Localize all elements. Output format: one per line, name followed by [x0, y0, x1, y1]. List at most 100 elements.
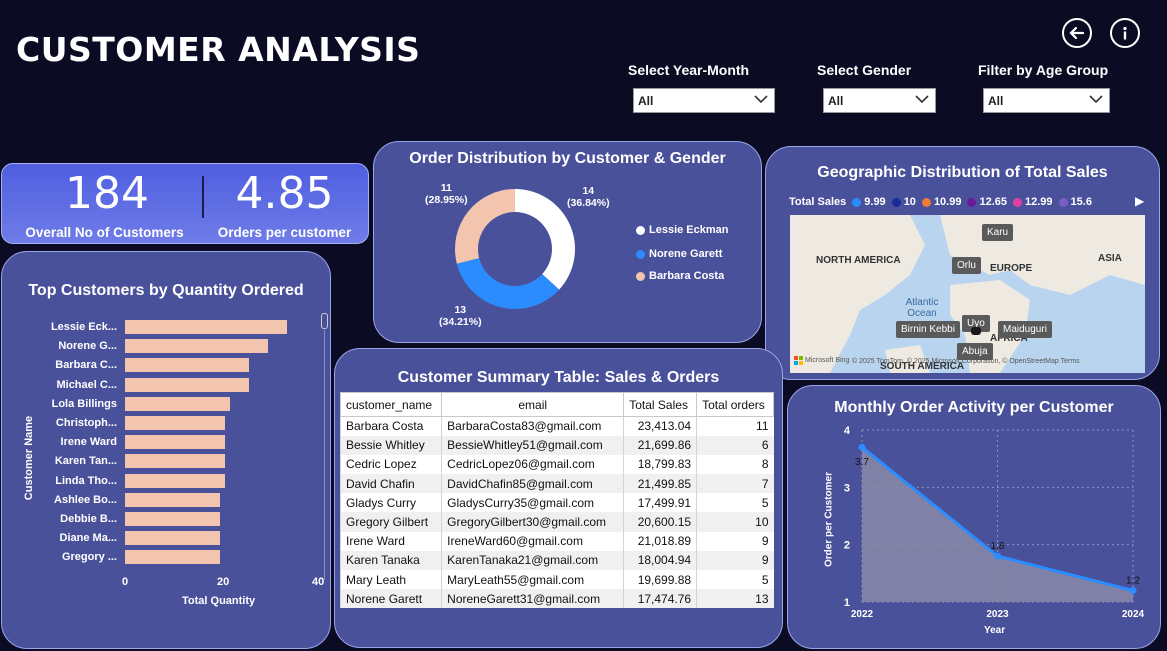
table-row[interactable]: Bessie Whitley BessieWhitley51@gmail.com 2… — [339, 435, 774, 455]
cell-total-sales: 21,018.89 — [623, 531, 697, 551]
table-row[interactable]: Cedric Lopez CedricLopez06@gmail.com 18,79… — [339, 454, 774, 475]
filter-label-year-month: Select Year-Month — [628, 62, 750, 78]
x-tick-label: 2022 — [851, 609, 874, 620]
y-tick-label: 4 — [844, 425, 851, 437]
column-header[interactable]: customer_name — [339, 392, 443, 417]
bar-category-label: Gregory ... — [61, 551, 117, 564]
gender-select[interactable]: All — [823, 88, 936, 113]
bar[interactable] — [125, 416, 225, 430]
customer-summary-table[interactable]: customer_name email Total Sales Total or… — [339, 392, 774, 609]
donut-title: Order Distribution by Customer & Gender — [409, 150, 726, 167]
column-header[interactable]: Total orders — [696, 392, 774, 417]
table-row[interactable]: Barbara Costa BarbaraCosta83@gmail.com 23,… — [339, 416, 774, 436]
cell-email: DavidChafin85@gmail.com — [441, 474, 624, 494]
kpi-customers-value: 184 — [65, 168, 149, 219]
data-point-cluster[interactable] — [971, 327, 981, 335]
donut-label-1: 14 (36.84%) — [567, 185, 610, 209]
age-group-value: All — [988, 94, 1004, 108]
data-label: 1.8 — [991, 541, 1005, 552]
cell-total-orders: 9 — [696, 531, 774, 551]
cell-total-orders: 6 — [696, 435, 774, 455]
cell-total-orders: 5 — [696, 493, 774, 513]
column-header[interactable]: Total Sales — [623, 392, 698, 417]
ocean-label: Atlantic Ocean — [905, 297, 939, 319]
page-title: CUSTOMER ANALYSIS — [16, 30, 421, 69]
donut-legend-item[interactable]: Norene Garett — [636, 248, 722, 260]
y-tick-label: 3 — [844, 482, 850, 494]
bar[interactable] — [125, 550, 220, 565]
cell-customer-name: Gladys Curry — [339, 493, 442, 513]
x-tick-label: 2023 — [986, 609, 1009, 620]
bar-category-label: Lola Billings — [51, 397, 117, 410]
age-group-select[interactable]: All — [983, 88, 1110, 113]
donut-label-2: 13 (34.21%) — [439, 304, 482, 328]
bar[interactable] — [125, 358, 249, 373]
table-title: Customer Summary Table: Sales & Orders — [397, 369, 720, 386]
y-tick-label: 1 — [844, 597, 850, 609]
bing-logo: Microsoft Bing — [794, 356, 849, 365]
scrollbar-handle[interactable] — [321, 313, 328, 329]
cell-total-sales: 17,499.91 — [623, 493, 697, 513]
bar-category-label: Diane Ma... — [59, 532, 117, 545]
data-point[interactable] — [858, 443, 866, 451]
table-row[interactable]: Irene Ward IreneWard60@gmail.com 21,018.89… — [339, 531, 774, 551]
x-tick-label: 20 — [217, 576, 230, 588]
region-label: ASIA — [1098, 253, 1122, 264]
table-row[interactable]: Gregory Gilbert GregoryGilbert30@gmail.co… — [339, 512, 774, 532]
year-month-select[interactable]: All — [633, 88, 775, 113]
city-marker[interactable]: Orlu — [952, 257, 981, 274]
data-point[interactable] — [1129, 587, 1137, 595]
cell-email: BessieWhitley51@gmail.com — [441, 435, 624, 455]
city-marker[interactable]: Birnin Kebbi — [896, 321, 960, 338]
cell-customer-name: Cedric Lopez — [339, 454, 442, 475]
table-row[interactable]: Karen Tanaka KarenTanaka21@gmail.com 18,00… — [339, 550, 774, 570]
bar[interactable] — [125, 473, 225, 488]
map-canvas[interactable]: NORTH AMERICA EUROPE ASIA AFRICA SOUTH A… — [790, 215, 1145, 373]
cell-email: CedricLopez06@gmail.com — [441, 454, 624, 475]
back-arrow-icon[interactable] — [1062, 18, 1092, 48]
bar[interactable] — [125, 512, 220, 526]
data-point[interactable] — [994, 552, 1001, 560]
donut-label-3: 11 (28.95%) — [425, 182, 468, 206]
bar-category-label: Norene G... — [58, 340, 117, 353]
bar[interactable] — [125, 377, 249, 392]
cell-total-sales: 23,413.04 — [623, 416, 697, 436]
legend-next-icon[interactable]: ▶ — [1135, 194, 1144, 208]
bar-category-label: Christoph... — [55, 417, 117, 429]
chevron-down-icon — [754, 95, 768, 104]
donut-legend-item[interactable]: Barbara Costa — [636, 270, 724, 282]
cell-total-orders: 9 — [696, 550, 774, 570]
table-row[interactable]: David Chafin DavidChafin85@gmail.com 21,49… — [339, 474, 774, 494]
bar-category-label: Barbara C... — [55, 359, 117, 372]
column-header[interactable]: email — [441, 392, 625, 417]
bar-category-label: Karen Tan... — [54, 455, 117, 468]
scrollbar-track[interactable] — [324, 330, 325, 580]
bar[interactable] — [125, 492, 220, 507]
table-header-row: customer_name email Total Sales Total or… — [339, 392, 774, 417]
bar[interactable] — [125, 339, 268, 354]
bar[interactable] — [125, 396, 230, 411]
cell-email: BarbaraCosta83@gmail.com — [441, 416, 624, 436]
bar[interactable] — [125, 435, 225, 450]
info-icon[interactable] — [1110, 18, 1140, 48]
bar-category-label: Ashlee Bo... — [54, 493, 117, 506]
kpi-card: 184 Overall No of Customers 4.85 Orders … — [1, 163, 369, 244]
year-month-value: All — [638, 94, 654, 108]
cell-total-orders: 8 — [696, 454, 774, 475]
table-row[interactable]: Mary Leath MaryLeath55@gmail.com 19,699.88… — [339, 570, 774, 590]
customer-summary-table-wrapper[interactable]: customer_name email Total Sales Total or… — [339, 392, 774, 609]
cell-customer-name: Irene Ward — [339, 531, 442, 551]
x-axis-title: Total Quantity — [182, 595, 256, 607]
chevron-down-icon — [1089, 95, 1103, 104]
bar[interactable] — [125, 454, 225, 469]
cell-email: GregoryGilbert30@gmail.com — [441, 512, 624, 532]
kpi-orders-value: 4.85 — [235, 168, 334, 219]
table-row[interactable]: Gladys Curry GladysCurry35@gmail.com 17,49… — [339, 493, 774, 513]
cell-customer-name: Mary Leath — [339, 570, 442, 590]
bar[interactable] — [125, 320, 287, 334]
donut-legend-item[interactable]: Lessie Eckman — [636, 224, 729, 236]
table-row[interactable]: Norene Garett NoreneGarett31@gmail.com 17,… — [339, 589, 774, 609]
city-marker[interactable]: Karu — [982, 224, 1014, 241]
city-marker[interactable]: Maiduguri — [998, 321, 1052, 338]
bar[interactable] — [125, 531, 220, 546]
